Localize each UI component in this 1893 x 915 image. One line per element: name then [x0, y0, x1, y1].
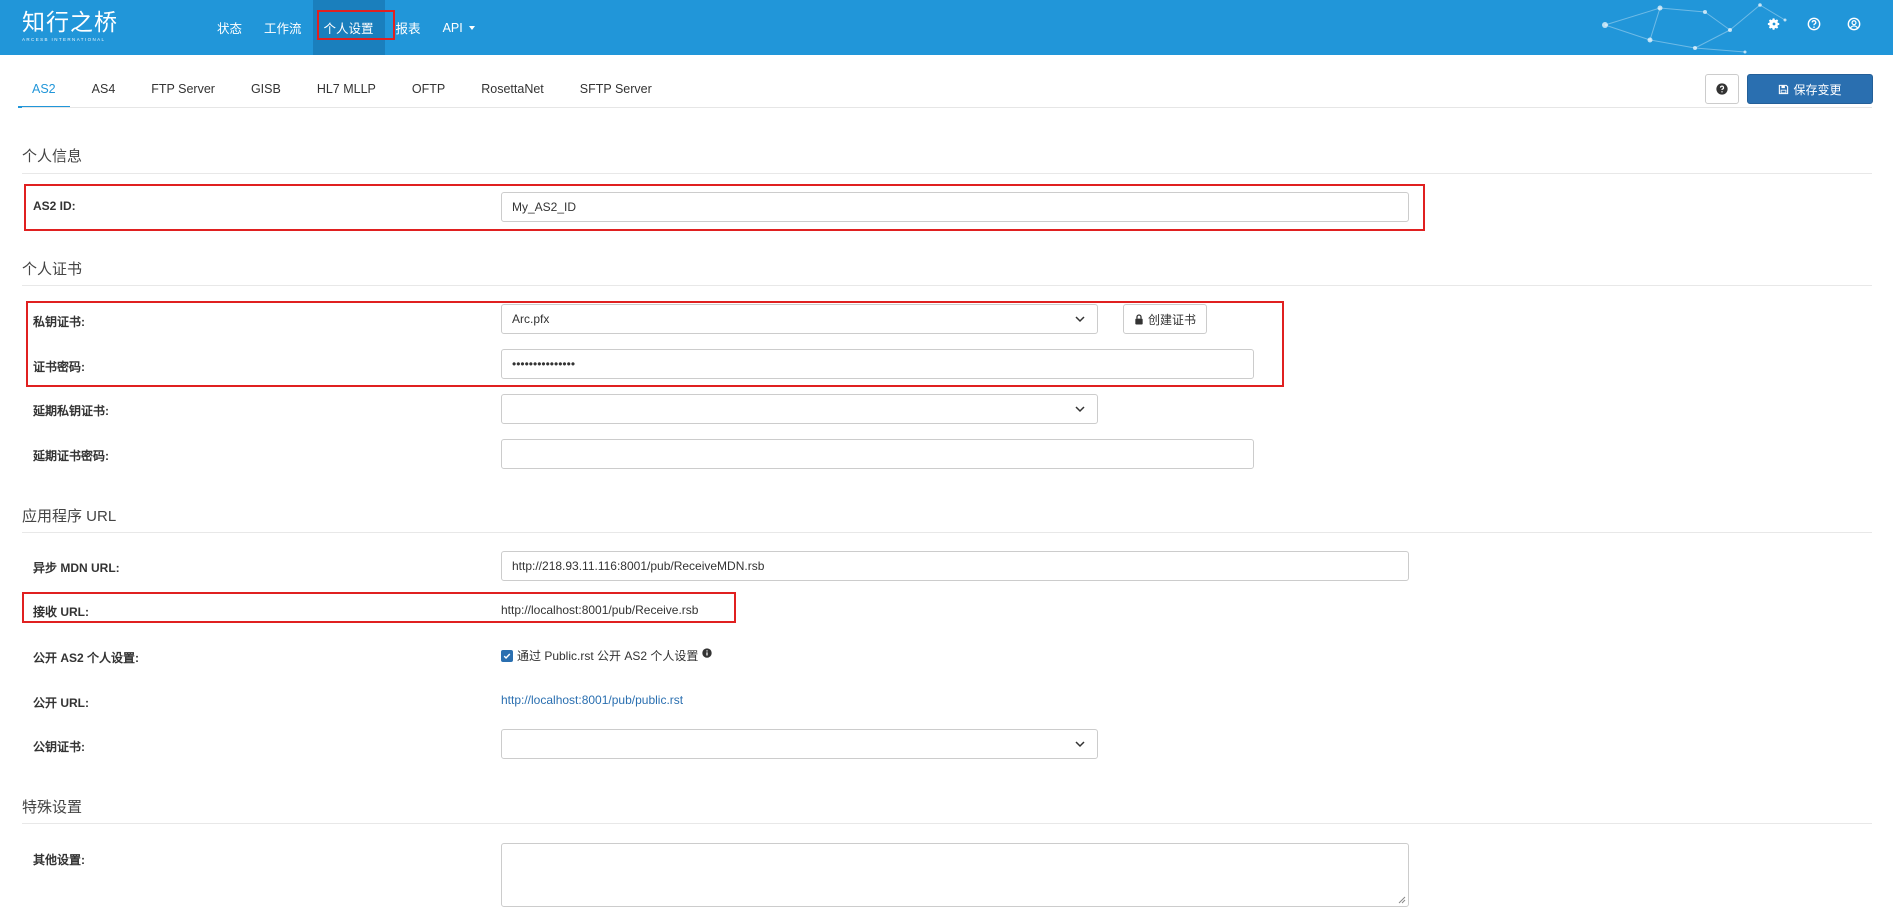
tab-oftp[interactable]: OFTP — [412, 74, 445, 108]
other-settings-textarea[interactable] — [501, 843, 1409, 907]
nav-item-reports[interactable]: 报表 — [385, 0, 432, 55]
save-icon — [1779, 84, 1789, 94]
gear-icon[interactable] — [1765, 15, 1783, 33]
async-mdn-url-input[interactable]: http://218.93.11.116:8001/pub/ReceiveMDN… — [501, 551, 1409, 581]
public-cert-label: 公钥证书: — [33, 740, 85, 754]
public-as2-checkbox[interactable] — [501, 649, 513, 662]
main-nav: 状态 工作流 个人设置 报表 API — [206, 0, 486, 55]
resize-handle-icon[interactable] — [1398, 896, 1406, 904]
private-cert-value: Arc.pfx — [512, 312, 550, 326]
ext-cert-password-input[interactable] — [501, 439, 1254, 469]
tabs-divider — [22, 107, 1872, 108]
create-cert-button[interactable]: 创建证书 — [1123, 304, 1208, 334]
caret-down-icon — [468, 25, 475, 30]
check-icon — [503, 653, 511, 659]
lock-icon — [1135, 313, 1143, 325]
nav-item-workflow[interactable]: 工作流 — [253, 0, 313, 55]
section-divider — [22, 823, 1872, 824]
tab-as4[interactable]: AS4 — [92, 74, 116, 108]
nav-label: API — [442, 20, 463, 35]
nav-item-profile[interactable]: 个人设置 — [312, 0, 395, 55]
nav-item-api[interactable]: API — [432, 0, 486, 55]
cert-password-label: 证书密码: — [33, 360, 85, 374]
nav-label: 工作流 — [264, 22, 302, 36]
async-mdn-url-value: http://218.93.11.116:8001/pub/ReceiveMDN… — [512, 559, 765, 573]
section-divider — [22, 532, 1872, 533]
ext-private-cert-select[interactable] — [501, 394, 1098, 424]
help-button[interactable] — [1705, 74, 1739, 104]
as2-id-label: AS2 ID: — [33, 199, 76, 213]
private-cert-label: 私钥证书: — [33, 315, 85, 329]
top-icons — [1765, 15, 1863, 33]
tab-gisb[interactable]: GISB — [251, 74, 281, 108]
section-title-special: 特殊设置 — [22, 799, 83, 816]
brand-logo[interactable]: 知行之桥 ARCESB INTERNATIONAL — [22, 10, 118, 42]
tab-rosettanet[interactable]: RosettaNet — [481, 74, 544, 108]
public-as2-label: 公开 AS2 个人设置: — [33, 651, 140, 665]
nav-label: 个人设置 — [323, 22, 374, 36]
other-settings-label: 其他设置: — [33, 853, 85, 867]
brand-subtitle: ARCESB INTERNATIONAL — [22, 37, 106, 42]
cert-password-input[interactable]: ••••••••••••••• — [501, 349, 1254, 379]
section-divider — [22, 173, 1872, 174]
section-title-app-url: 应用程序 URL — [22, 508, 117, 525]
protocol-tabs: AS2 AS4 FTP Server GISB HL7 MLLP OFTP Ro… — [18, 74, 688, 108]
as2-id-value: My_AS2_ID — [512, 200, 577, 214]
brand-name: 知行之桥 — [22, 10, 118, 36]
public-url-label: 公开 URL: — [33, 696, 89, 710]
section-title-personal-info: 个人信息 — [22, 148, 83, 165]
ext-private-cert-label: 延期私钥证书: — [33, 404, 109, 418]
receive-url-label: 接收 URL: — [33, 605, 89, 619]
user-circle-icon[interactable] — [1845, 15, 1863, 33]
question-icon — [1716, 83, 1728, 95]
section-title-personal-cert: 个人证书 — [22, 261, 83, 278]
private-cert-select[interactable]: Arc.pfx — [501, 304, 1098, 334]
create-cert-label: 创建证书 — [1148, 312, 1197, 327]
nav-label: 状态 — [217, 22, 243, 36]
async-mdn-url-label: 异步 MDN URL: — [33, 561, 120, 575]
public-as2-checkbox-row: 通过 Public.rst 公开 AS2 个人设置 — [501, 647, 713, 664]
public-url-link[interactable]: http://localhost:8001/pub/public.rst — [501, 693, 683, 707]
top-navbar: 知行之桥 ARCESB INTERNATIONAL 状态 工作流 个人设置 报表… — [0, 0, 1893, 55]
as2-id-input[interactable]: My_AS2_ID — [501, 192, 1409, 222]
help-circle-icon[interactable] — [1805, 15, 1823, 33]
chevron-down-icon — [1075, 741, 1085, 748]
ext-cert-password-label: 延期证书密码: — [33, 449, 109, 463]
public-cert-select[interactable] — [501, 729, 1098, 759]
info-icon[interactable] — [702, 647, 713, 658]
public-as2-checkbox-label: 通过 Public.rst 公开 AS2 个人设置 — [517, 649, 699, 663]
save-label: 保存变更 — [1793, 82, 1842, 97]
chevron-down-icon — [1075, 406, 1085, 413]
chevron-down-icon — [1075, 316, 1085, 323]
tab-as2[interactable]: AS2 — [18, 74, 70, 108]
nav-label: 报表 — [395, 22, 421, 36]
nav-item-status[interactable]: 状态 — [206, 0, 253, 55]
section-divider — [22, 285, 1872, 286]
tab-hl7-mllp[interactable]: HL7 MLLP — [317, 74, 376, 108]
save-button[interactable]: 保存变更 — [1747, 74, 1873, 104]
cert-password-value: ••••••••••••••• — [512, 357, 576, 371]
tab-sftp-server[interactable]: SFTP Server — [580, 74, 652, 108]
receive-url-value: http://localhost:8001/pub/Receive.rsb — [501, 603, 699, 617]
tab-ftp-server[interactable]: FTP Server — [151, 74, 215, 108]
